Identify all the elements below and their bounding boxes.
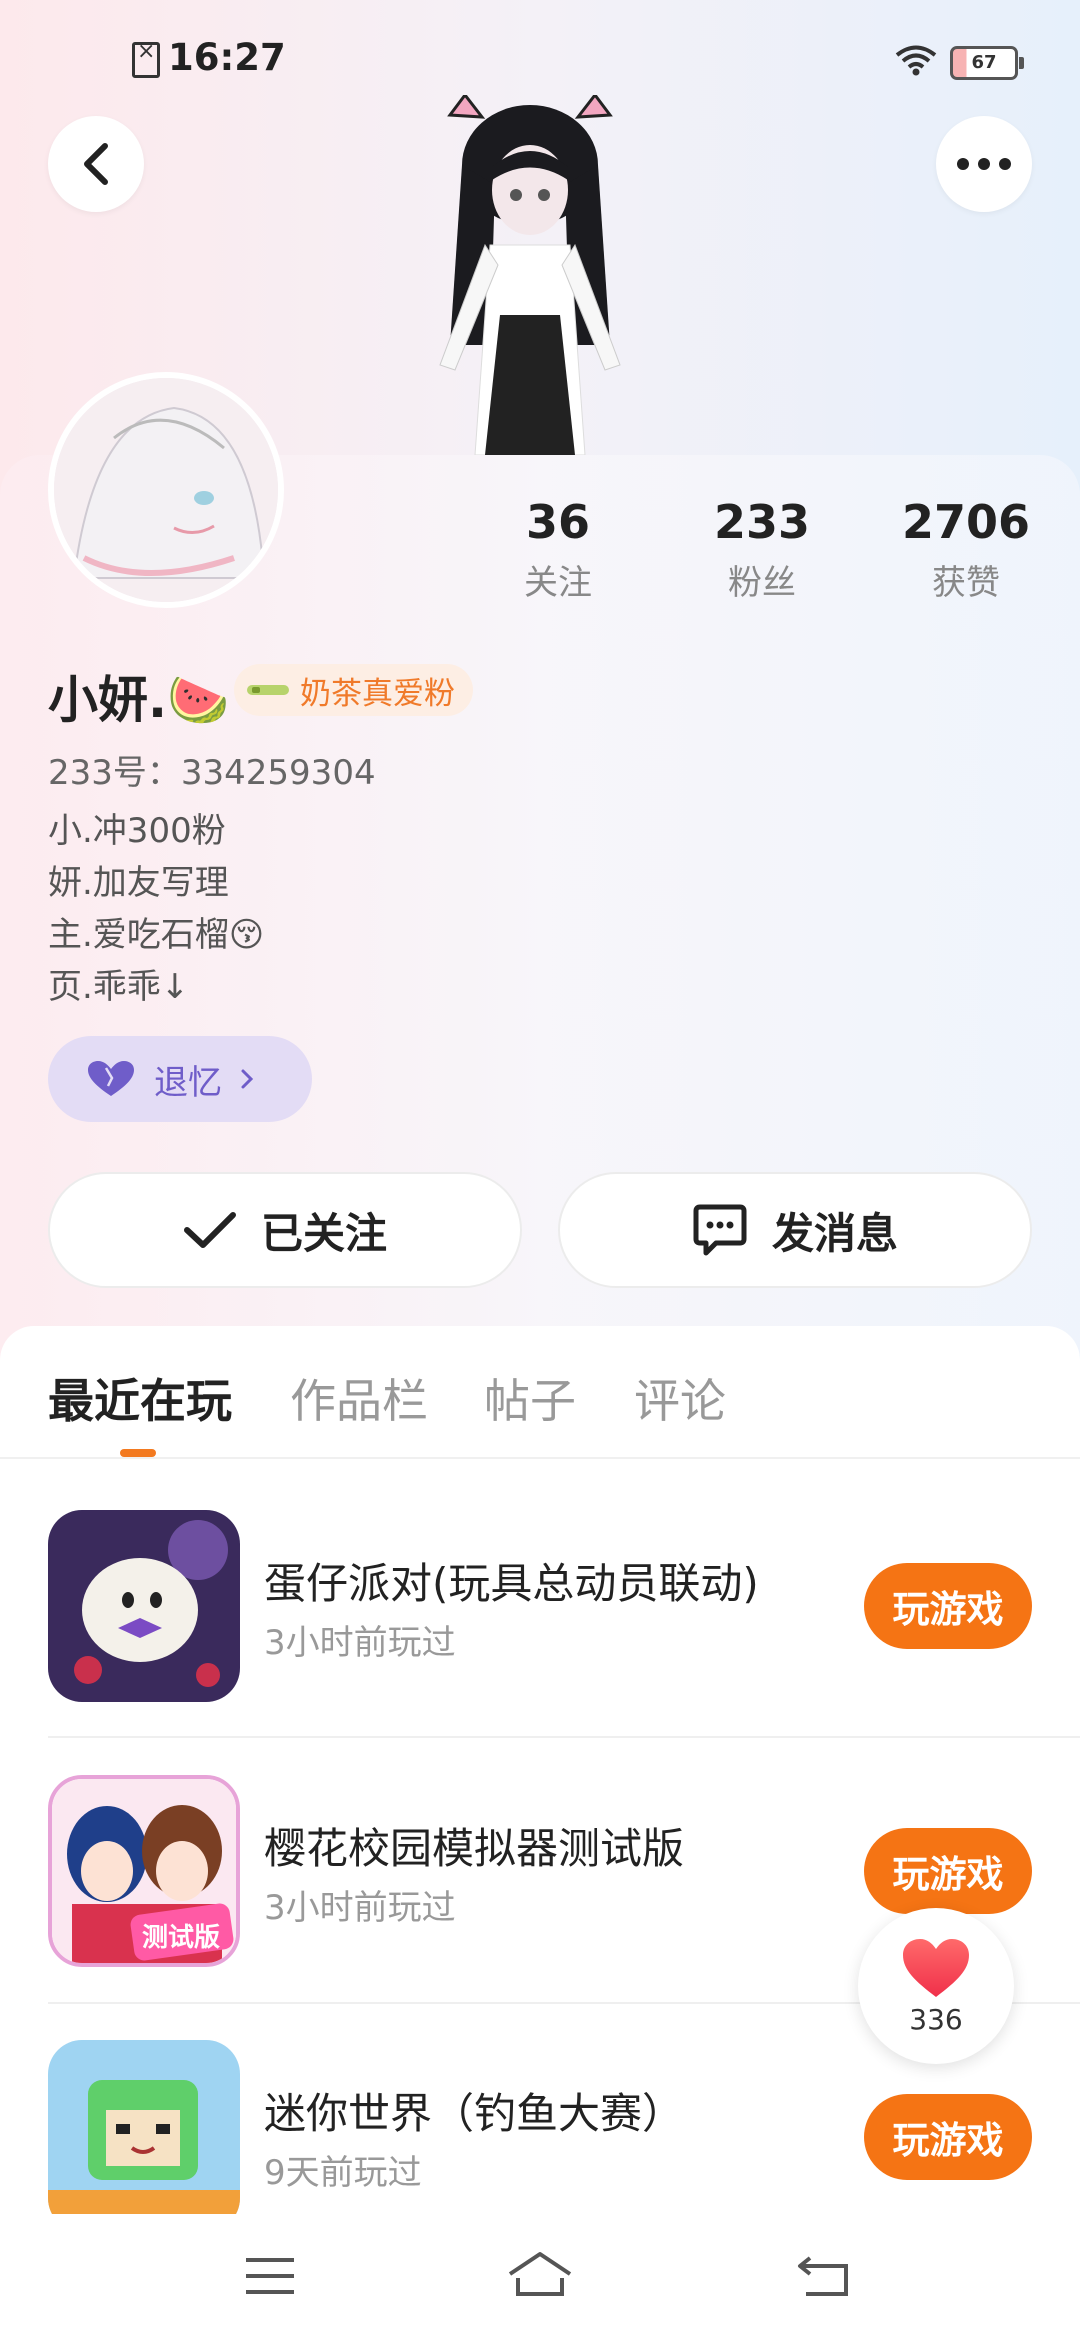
stat-following-value: 36 xyxy=(525,495,590,549)
mini-world-artwork xyxy=(48,2040,240,2232)
stat-following[interactable]: 36 关注 xyxy=(468,495,648,604)
stat-followers[interactable]: 233 粉丝 xyxy=(672,495,852,604)
follow-button-label: 已关注 xyxy=(260,1208,387,1258)
stat-following-label: 关注 xyxy=(524,563,592,603)
tab-comments[interactable]: 评论 xyxy=(634,1365,726,1431)
username: 小妍.🍉 xyxy=(48,671,230,729)
milk-tea-badge-icon xyxy=(247,685,289,695)
like-button[interactable]: 336 xyxy=(858,1908,1014,2064)
checkmark-icon xyxy=(183,1212,236,1248)
avatar-image xyxy=(54,378,278,602)
heart-icon xyxy=(903,1938,969,1997)
game-title[interactable]: 迷你世界（钓鱼大赛） xyxy=(264,2080,684,2141)
bio-line: 小.冲300粉 xyxy=(48,811,226,851)
tab-recently-played[interactable]: 最近在玩 xyxy=(48,1365,232,1431)
bio-line: 妍.加友写理 xyxy=(48,863,229,903)
stat-followers-label: 粉丝 xyxy=(728,563,796,603)
stat-followers-value: 233 xyxy=(713,495,811,549)
fan-badge[interactable]: 奶茶真爱粉 xyxy=(234,664,473,716)
menu-icon[interactable] xyxy=(244,2256,296,2296)
message-button[interactable]: 发消息 xyxy=(558,1172,1032,1288)
more-options-button[interactable] xyxy=(936,116,1032,212)
game-last-played: 9天前玩过 xyxy=(264,2153,422,2193)
sakura-school-icon[interactable]: 测试版 xyxy=(48,1775,240,1967)
wifi-icon xyxy=(895,45,937,76)
tab-works[interactable]: 作品栏 xyxy=(290,1365,428,1431)
battery-indicator: 67 xyxy=(950,46,1024,80)
chevron-left-icon xyxy=(84,143,108,185)
message-button-label: 发消息 xyxy=(771,1208,898,1258)
like-count: 336 xyxy=(909,2002,963,2036)
tabs-divider xyxy=(0,1457,1080,1459)
relationship-tag[interactable]: 退忆 xyxy=(48,1036,312,1122)
bio: 小.冲300粉 妍.加友写理 主.爱吃石榴😚 页.乖乖↓ xyxy=(48,805,264,1013)
back-button[interactable] xyxy=(48,116,144,212)
game-last-played: 3小时前玩过 xyxy=(264,1623,456,1663)
follow-button[interactable]: 已关注 xyxy=(48,1172,522,1288)
avatar[interactable] xyxy=(48,372,284,608)
game-title[interactable]: 蛋仔派对(玩具总动员联动) xyxy=(264,1550,759,1611)
chevron-right-icon xyxy=(241,1069,254,1089)
active-tab-indicator xyxy=(120,1449,156,1457)
play-game-button[interactable]: 玩游戏 xyxy=(864,1828,1032,1914)
fan-badge-text: 奶茶真爱粉 xyxy=(300,675,455,712)
stat-likes-label: 获赞 xyxy=(932,563,1000,603)
mini-world-icon[interactable] xyxy=(48,2040,240,2232)
more-dots-icon xyxy=(957,158,1011,170)
tab-posts[interactable]: 帖子 xyxy=(484,1365,576,1431)
row-divider xyxy=(48,1736,1080,1738)
stat-likes[interactable]: 2706 获赞 xyxy=(876,495,1056,604)
bio-line: 页.乖乖↓ xyxy=(48,967,190,1007)
sim-status-icon xyxy=(132,39,160,78)
bio-line: 主.爱吃石榴😚 xyxy=(48,915,265,955)
beta-badge: 测试版 xyxy=(142,1923,221,1953)
eggy-party-artwork xyxy=(48,1510,240,1702)
back-nav-icon[interactable] xyxy=(796,2254,852,2298)
relationship-tag-label: 退忆 xyxy=(154,1062,222,1103)
game-title[interactable]: 樱花校园模拟器测试版 xyxy=(264,1815,684,1876)
play-game-button[interactable]: 玩游戏 xyxy=(864,2094,1032,2180)
chat-bubble-icon xyxy=(693,1204,747,1256)
status-time: 16:27 xyxy=(168,36,286,79)
user-id: 233号：334259304 xyxy=(48,753,376,793)
character-banner-image xyxy=(439,95,621,455)
stat-likes-value: 2706 xyxy=(901,495,1031,549)
heart-icon xyxy=(88,1061,134,1096)
game-last-played: 3小时前玩过 xyxy=(264,1888,456,1928)
eggy-party-icon[interactable] xyxy=(48,1510,240,1702)
play-game-button[interactable]: 玩游戏 xyxy=(864,1563,1032,1649)
home-icon[interactable] xyxy=(506,2250,574,2298)
